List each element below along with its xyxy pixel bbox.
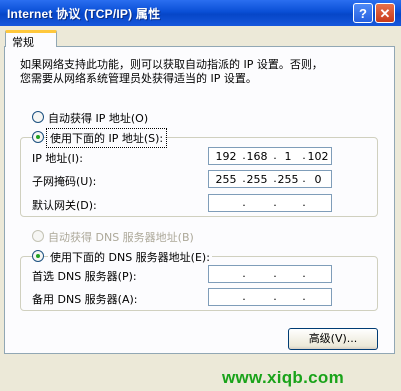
site-watermark: www.xiqb.com <box>222 368 344 387</box>
preferred-dns-input[interactable]: . . . <box>208 265 332 283</box>
ip-dot: . <box>302 267 306 280</box>
ip-address-label: IP 地址(I): <box>32 152 83 165</box>
subnet-mask-label: 子网掩码(U): <box>32 175 97 188</box>
alternate-dns-label: 备用 DNS 服务器(A): <box>32 293 138 306</box>
default-gateway-label: 默认网关(D): <box>32 199 97 212</box>
close-button[interactable]: ✕ <box>375 3 395 23</box>
help-button[interactable]: ? <box>353 3 373 23</box>
ip-dot: . <box>273 290 277 303</box>
manual-dns-radio[interactable] <box>32 250 44 262</box>
manual-dns-label[interactable]: 使用下面的 DNS 服务器地址(E): <box>48 249 212 265</box>
ip-octet-3: 1 <box>284 150 292 163</box>
ip-octet-1: 192 <box>215 150 237 163</box>
tab-general[interactable]: 常规 <box>5 30 57 49</box>
ip-dot: . <box>273 267 277 280</box>
auto-dns-radio[interactable] <box>32 230 44 242</box>
ip-dot: . <box>302 196 306 209</box>
ip-dot: . <box>242 267 246 280</box>
auto-ip-label[interactable]: 自动获得 IP 地址(O) <box>48 110 148 126</box>
default-gateway-input[interactable]: . . . <box>208 194 332 212</box>
ip-octet-4: 102 <box>307 150 329 163</box>
mask-octet-2: 255 <box>246 173 268 186</box>
auto-dns-label[interactable]: 自动获得 DNS 服务器地址(B) <box>48 229 194 245</box>
ip-octet-2: 168 <box>246 150 268 163</box>
window-title: Internet 协议 (TCP/IP) 属性 <box>7 7 161 21</box>
ip-dot: . <box>242 196 246 209</box>
ip-dot: . <box>302 290 306 303</box>
subnet-mask-input[interactable]: 255 . 255 . 255 . 0 <box>208 170 332 188</box>
title-bar[interactable]: Internet 协议 (TCP/IP) 属性 ? ✕ <box>0 0 401 26</box>
tab-general-label: 常规 <box>12 36 34 49</box>
description-text: 如果网络支持此功能，则可以获取自动指派的 IP 设置。否则， 您需要从网络系统管… <box>20 58 323 85</box>
ip-address-input[interactable]: 192 . 168 . 1 . 102 <box>208 147 332 165</box>
mask-octet-1: 255 <box>215 173 237 186</box>
manual-ip-label[interactable]: 使用下面的 IP 地址(S): <box>45 128 168 148</box>
ip-dot: . <box>242 290 246 303</box>
mask-octet-3: 255 <box>277 173 299 186</box>
mask-octet-4: 0 <box>314 173 322 186</box>
alternate-dns-input[interactable]: . . . <box>208 288 332 306</box>
advanced-button[interactable]: 高级(V)... <box>288 328 378 350</box>
auto-ip-radio[interactable] <box>32 111 44 123</box>
preferred-dns-label: 首选 DNS 服务器(P): <box>32 270 137 283</box>
manual-ip-radio[interactable] <box>32 131 44 143</box>
ip-dot: . <box>273 196 277 209</box>
